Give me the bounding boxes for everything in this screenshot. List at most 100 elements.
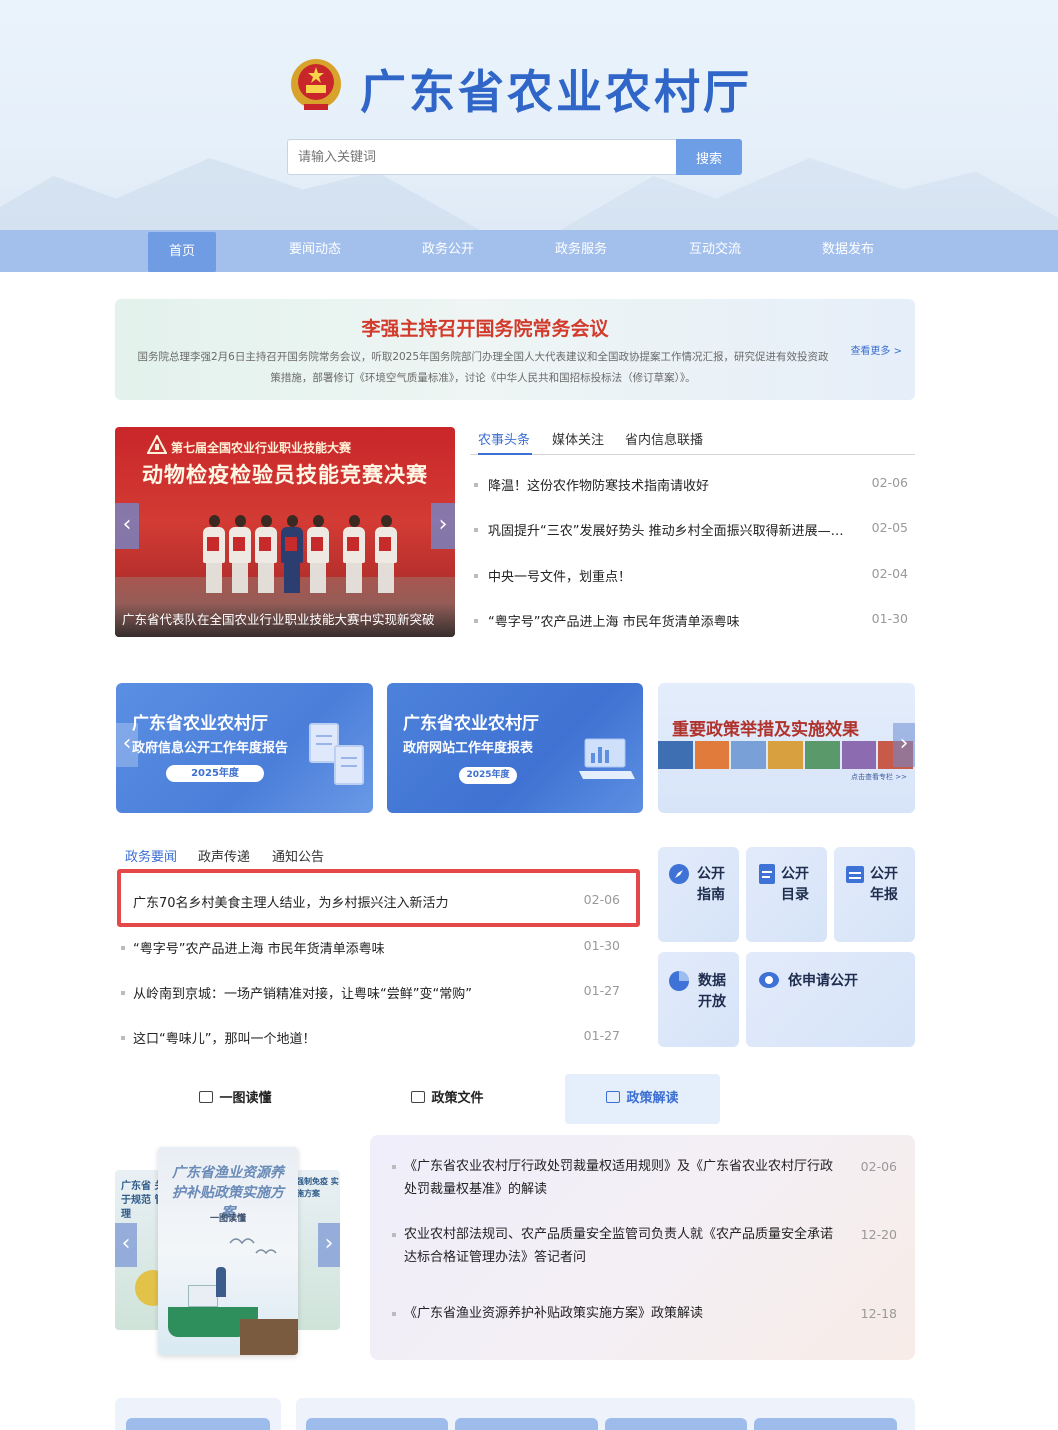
slide-caption[interactable]: 广东省代表队在全国农业行业职业技能大赛中实现新突破 [122,609,447,628]
banner-description: 国务院总理李强2月6日主持召开国务院常务会议，听取2025年国务院部门办理全国人… [137,351,829,384]
tab-provincial-news[interactable]: 省内信息联播 [625,429,703,448]
website-annual-report-card[interactable]: 广东省农业农村厅 政府网站工作年度报表 2025年度 [387,683,643,813]
tab-policy-interpretation[interactable]: 政策解读 [565,1074,720,1124]
tile-open-data[interactable]: 数据 开放 [658,952,739,1047]
policy-date: 12-20 [860,1227,897,1242]
news-date: 01-27 [583,1028,620,1043]
tile-apply-disclosure[interactable]: 依申请公开 [746,952,915,1047]
tab-notices[interactable]: 通知公告 [272,846,324,865]
chevron-right-icon: › [899,731,909,756]
news-date: 01-30 [583,938,620,953]
infographic-prev-button[interactable]: ‹ [115,1223,137,1267]
bottom-tab[interactable] [754,1418,897,1430]
banner-more-link[interactable]: 查看更多 > [850,342,902,357]
infographic-next-button[interactable]: › [318,1223,340,1267]
cards-prev-button[interactable]: ‹ [116,723,138,767]
tile-disclosure-guide[interactable]: 公开 指南 [658,847,739,942]
list-item[interactable]: 广东70名乡村美食主理人结业，为乡村振兴注入新活力 02-06 [121,892,620,912]
tab-media-focus[interactable]: 媒体关注 [552,429,604,448]
card-title: 广东省农业农村厅 [403,714,539,734]
tile-label: 数据 开放 [698,973,726,1010]
news-date: 02-05 [871,520,908,535]
thumb-text: 强制免疫 实施方案 [296,1177,339,1198]
news-title[interactable]: 中央一号文件，划重点！ [488,566,848,585]
nav-item-gov-service[interactable]: 政务服务 [531,230,631,272]
policy-effects-card[interactable]: 重要政策举措及实施效果 点击查看专栏 >> › [658,683,915,813]
photo-person [341,515,367,593]
list-item[interactable]: 降温！这份农作物防寒技术指南请收好 02-06 [474,475,908,495]
news-title[interactable]: 巩固提升“三农”发展好势头 推动乡村全面振兴取得新进展—… [488,520,848,539]
chevron-right-icon: › [324,1231,334,1256]
list-item[interactable]: 巩固提升“三农”发展好势头 推动乡村全面振兴取得新进展—… 02-05 [474,520,908,540]
tab-infographic[interactable]: 一图读懂 [158,1074,313,1124]
active-tab-underline [478,453,532,455]
fisherman-figure [216,1267,226,1297]
slider-prev-button[interactable]: ‹ [115,503,139,549]
news-date: 02-06 [871,475,908,490]
chevron-left-icon: ‹ [122,731,132,756]
nav-item-home[interactable]: 首页 [148,232,216,272]
headline-tabs: 农事头条 媒体关注 省内信息联播 [470,427,915,455]
tab-gov-news[interactable]: 政务要闻 [125,846,177,865]
photo-person [201,515,227,593]
tile-disclosure-catalog[interactable]: 公开 目录 [746,847,827,942]
cards-next-button[interactable]: › [893,723,915,767]
calendar-icon [846,866,864,883]
nav-item-interaction[interactable]: 互动交流 [665,230,765,272]
nav-item-gov-open[interactable]: 政务公开 [398,230,498,272]
info-disclosure-report-card[interactable]: 广东省农业农村厅 政府信息公开工作年度报告 2025年度 ‹ [116,683,373,813]
headline-banner[interactable]: 李强主持召开国务院常务会议 国务院总理李强2月6日主持召开国务院常务会议，听取2… [115,299,915,400]
nav-item-news[interactable]: 要闻动态 [265,230,365,272]
slider-next-button[interactable]: › [431,503,455,549]
news-title[interactable]: 广东70名乡村美食主理人结业，为乡村振兴注入新活力 [133,892,553,911]
card-year-badge: 2025年度 [166,765,264,782]
card-more-link[interactable]: 点击查看专栏 >> [851,772,907,782]
banner-title[interactable]: 李强主持召开国务院常务会议 [115,314,855,341]
site-header: 广东省农业农村厅 搜索 [0,0,1058,230]
search-button[interactable]: 搜索 [676,139,742,175]
news-title[interactable]: “粤字号”农产品进上海 市民年货清单添粤味 [133,938,553,957]
search-input[interactable] [287,139,677,175]
main-nav: 首页 要闻动态 政务公开 政务服务 互动交流 数据发布 [0,230,1058,272]
bottom-tab[interactable] [126,1418,270,1430]
infographic-main-image[interactable]: 广东省渔业资源养护补贴政策实施方案 一图读懂 [158,1147,298,1355]
compass-icon [669,864,689,884]
tab-farm-headlines[interactable]: 农事头条 [478,429,530,448]
tab-policy-documents[interactable]: 政策文件 [370,1074,525,1124]
policy-title[interactable]: 《广东省渔业资源养护补贴政策实施方案》政策解读 [404,1302,844,1325]
gov-news-tabs: 政务要闻 政声传递 通知公告 [115,846,645,868]
card-subtitle: 政府网站工作年度报表 [403,741,534,756]
news-photo-slider[interactable]: 第七届全国农业行业职业技能大赛 动物检疫检验员技能竞赛决赛 广东省代表队在全国农… [115,427,455,637]
news-title[interactable]: 降温！这份农作物防寒技术指南请收好 [488,475,848,494]
bottom-tab[interactable] [306,1418,448,1430]
news-date: 01-30 [871,611,908,626]
tile-label: 公开 目录 [781,866,809,903]
nav-item-data[interactable]: 数据发布 [798,230,898,272]
tile-annual-report[interactable]: 公开 年报 [834,847,915,942]
list-item[interactable]: 这口“粤味儿”，那叫一个地道！ 01-27 [121,1028,620,1048]
news-title[interactable]: 从岭南到京城：一场产销精准对接，让粤味“尝鲜”变“常购” [133,983,553,1002]
chevron-left-icon: ‹ [122,512,132,537]
list-item[interactable]: 《广东省农业农村厅行政处罚裁量权适用规则》及《广东省农业农村厅行政处罚裁量权基准… [392,1155,897,1201]
tab-gov-voice[interactable]: 政声传递 [198,846,250,865]
dock-decor [240,1319,298,1355]
news-date: 02-06 [583,892,620,907]
list-item[interactable]: “粤字号”农产品进上海 市民年货清单添粤味 01-30 [121,938,620,958]
policy-photo-strip [658,741,915,769]
list-item[interactable]: 从岭南到京城：一场产销精准对接，让粤味“尝鲜”变“常购” 01-27 [121,983,620,1003]
news-title[interactable]: 这口“粤味儿”，那叫一个地道！ [133,1028,553,1047]
news-title[interactable]: “粤字号”农产品进上海 市民年货清单添粤味 [488,611,848,630]
bullet-icon [474,528,478,532]
policy-title[interactable]: 《广东省农业农村厅行政处罚裁量权适用规则》及《广东省农业农村厅行政处罚裁量权基准… [404,1155,844,1201]
seagull-icon [229,1238,277,1255]
bullet-icon [392,1233,396,1237]
policy-title[interactable]: 农业农村部法规司、农产品质量安全监管司负责人就《农产品质量安全承诺达标合格证管理… [404,1223,844,1269]
list-item[interactable]: 《广东省渔业资源养护补贴政策实施方案》政策解读 12-18 [392,1302,897,1325]
list-item[interactable]: 中央一号文件，划重点！ 02-04 [474,566,908,586]
list-item[interactable]: 农业农村部法规司、农产品质量安全监管司负责人就《农产品质量安全承诺达标合格证管理… [392,1223,897,1269]
bottom-tab[interactable] [605,1418,747,1430]
bottom-tab[interactable] [455,1418,598,1430]
news-date: 01-27 [583,983,620,998]
list-item[interactable]: “粤字号”农产品进上海 市民年货清单添粤味 01-30 [474,611,908,631]
site-title[interactable]: 广东省农业农村厅 [360,56,752,122]
